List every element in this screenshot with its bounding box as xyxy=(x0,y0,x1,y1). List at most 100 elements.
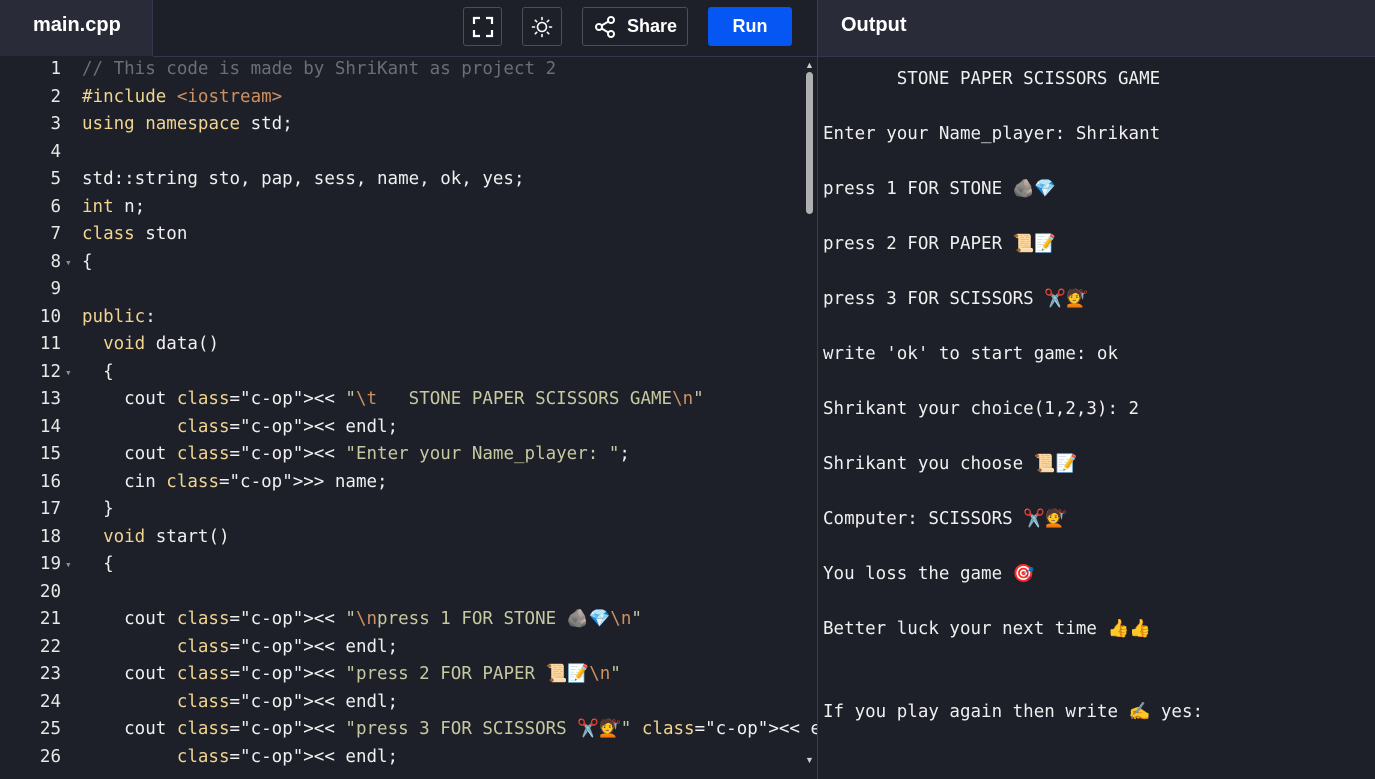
code-text: class="c-op"><< endl; xyxy=(176,691,399,712)
code-line[interactable]: 12 ▾ { xyxy=(0,359,817,386)
scroll-up-icon[interactable]: ▲ xyxy=(805,60,814,70)
code-text: class="c-op"><< endl; xyxy=(176,746,399,767)
share-label: Share xyxy=(626,16,678,36)
output-line: Better luck your next time 👍👍 xyxy=(823,619,1152,639)
code-text: cout class="c-op"><< "Enter your Name_pl… xyxy=(82,444,630,464)
output-line: press 3 FOR SCISSORS ✂️💇 xyxy=(823,289,1088,309)
scroll-down-icon[interactable]: ▼ xyxy=(805,755,814,765)
code-line[interactable]: 4 xyxy=(0,139,817,166)
fullscreen-icon xyxy=(472,16,493,37)
line-number: 20 xyxy=(39,581,61,602)
fold-chevron-icon[interactable]: ▾ xyxy=(65,551,72,578)
code-line[interactable]: 16 cin class="c-op">>> name; xyxy=(0,469,817,496)
output-line: press 1 FOR STONE 🪨💎 xyxy=(823,179,1057,199)
code-line[interactable]: 18 void start() xyxy=(0,524,817,551)
code-text: class="c-op"><< endl; xyxy=(176,636,399,657)
fold-chevron-icon[interactable]: ▾ xyxy=(65,359,72,386)
output-line: Shrikant your choice(1,2,3): 2 xyxy=(823,399,1140,419)
code-text: cin class="c-op">>> name; xyxy=(82,471,388,492)
code-line[interactable]: 1 // This code is made by ShriKant as pro… xyxy=(0,57,817,83)
output-line: Enter your Name_player: Shrikant xyxy=(823,124,1161,144)
sun-icon xyxy=(531,16,553,37)
code-line[interactable]: 15 cout class="c-op"><< "Enter your Name… xyxy=(0,441,817,468)
code-line[interactable]: 17 } xyxy=(0,496,817,523)
line-number: 4 xyxy=(50,141,61,162)
code-text: void start() xyxy=(103,526,230,547)
code-editor[interactable]: 1 // This code is made by ShriKant as pro… xyxy=(0,57,817,779)
line-number: 7 xyxy=(50,224,61,244)
code-text: std::string sto, pap, sess, name, ok, ye… xyxy=(82,169,525,189)
code-line[interactable]: 8 ▾ { xyxy=(0,249,817,276)
code-text: // This code is made by ShriKant as proj… xyxy=(82,59,557,79)
code-line[interactable]: 3 using namespace std; xyxy=(0,111,817,138)
line-number: 9 xyxy=(50,279,61,299)
output-title: Output xyxy=(841,14,907,36)
line-number: 25 xyxy=(39,719,61,739)
line-number: 18 xyxy=(39,526,61,547)
line-number: 3 xyxy=(50,114,61,134)
code-text: { xyxy=(82,554,114,574)
output-header: Output xyxy=(818,0,1375,56)
output-console: STONE PAPER SCISSORS GAME Enter your Name… xyxy=(818,57,1375,779)
code-text: { xyxy=(82,251,93,272)
run-button[interactable]: Run xyxy=(708,7,792,46)
code-text: cout class="c-op"><< "\t STONE PAPER SCI… xyxy=(82,389,704,409)
code-text: #include <iostream> xyxy=(82,86,283,107)
code-line[interactable]: 11 void data() xyxy=(0,331,817,358)
line-number: 11 xyxy=(39,334,61,354)
output-line: write 'ok' to start game: ok xyxy=(823,344,1119,364)
line-number: 14 xyxy=(39,416,61,437)
code-text: } xyxy=(82,499,114,519)
line-number: 24 xyxy=(39,691,61,712)
code-line[interactable]: 20 xyxy=(0,579,817,606)
output-line: Shrikant you choose 📜📝 xyxy=(823,454,1078,474)
editor-scrollbar[interactable] xyxy=(806,72,813,214)
line-number: 12 xyxy=(39,361,61,382)
code-line[interactable]: 22 class="c-op"><< endl; xyxy=(0,634,817,661)
code-line[interactable]: 25 cout class="c-op"><< "press 3 FOR SCI… xyxy=(0,716,817,743)
code-text: int n; xyxy=(82,196,146,217)
line-number: 2 xyxy=(50,86,61,107)
code-line[interactable]: 5 std::string sto, pap, sess, name, ok, y… xyxy=(0,166,817,193)
line-number: 17 xyxy=(39,499,61,519)
line-number: 1 xyxy=(50,59,61,79)
code-line[interactable]: 26 class="c-op"><< endl; xyxy=(0,744,817,771)
code-text: cout class="c-op"><< "press 2 FOR PAPER … xyxy=(82,664,621,684)
code-text: { xyxy=(82,361,114,382)
line-number: 5 xyxy=(50,169,61,189)
code-line[interactable]: 13 cout class="c-op"><< "\t STONE PAPER … xyxy=(0,386,817,413)
output-line: STONE PAPER SCISSORS GAME xyxy=(823,69,1161,89)
file-tab[interactable]: main.cpp xyxy=(0,0,153,56)
line-number: 13 xyxy=(39,389,61,409)
line-number: 21 xyxy=(39,609,61,629)
code-line[interactable]: 10 public: xyxy=(0,304,817,331)
code-line[interactable]: 7 class ston xyxy=(0,221,817,248)
code-line[interactable]: 9 xyxy=(0,276,817,303)
theme-toggle-button[interactable] xyxy=(522,7,562,46)
output-line: press 2 FOR PAPER 📜📝 xyxy=(823,234,1057,254)
fullscreen-button[interactable] xyxy=(463,7,502,46)
code-line[interactable]: 14 class="c-op"><< endl; xyxy=(0,414,817,441)
share-button[interactable]: Share xyxy=(582,7,688,46)
output-line: If you play again then write ✍️ yes: xyxy=(823,702,1204,722)
code-text: public: xyxy=(82,306,156,327)
line-number: 15 xyxy=(39,444,61,464)
code-text: cout class="c-op"><< "\npress 1 FOR STON… xyxy=(82,609,642,629)
line-number: 22 xyxy=(39,636,61,657)
code-text: class="c-op"><< endl; xyxy=(176,416,399,437)
code-line[interactable]: 23 cout class="c-op"><< "press 2 FOR PAP… xyxy=(0,661,817,688)
code-line[interactable]: 2 #include <iostream> xyxy=(0,84,817,111)
output-line: You loss the game 🎯 xyxy=(823,564,1035,584)
fold-chevron-icon[interactable]: ▾ xyxy=(65,249,72,276)
code-line[interactable]: 21 cout class="c-op"><< "\npress 1 FOR S… xyxy=(0,606,817,633)
line-number: 26 xyxy=(39,746,61,767)
output-line: Computer: SCISSORS ✂️💇 xyxy=(823,509,1067,529)
share-icon xyxy=(594,15,615,38)
line-number: 10 xyxy=(39,306,61,327)
code-text: cout class="c-op"><< "press 3 FOR SCISSO… xyxy=(82,719,817,739)
code-line[interactable]: 19 ▾ { xyxy=(0,551,817,578)
code-line[interactable]: 6 int n; xyxy=(0,194,817,221)
line-number: 8 xyxy=(50,251,61,272)
code-line[interactable]: 24 class="c-op"><< endl; xyxy=(0,689,817,716)
code-text: void data() xyxy=(103,334,219,354)
